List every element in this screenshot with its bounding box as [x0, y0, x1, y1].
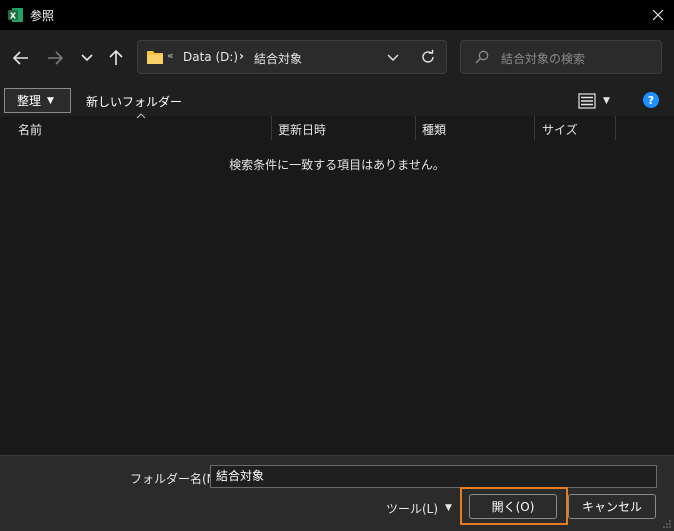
column-size[interactable]: サイズ: [542, 121, 578, 138]
caret-down-icon: ▼: [47, 95, 54, 106]
search-icon: [475, 50, 489, 64]
svg-text:X: X: [10, 12, 17, 21]
column-modified[interactable]: 更新日時: [278, 121, 326, 138]
column-headers: 名前 更新日時 種類 サイズ: [0, 113, 674, 140]
new-folder-button[interactable]: 新しいフォルダー: [86, 93, 182, 110]
recent-locations-button[interactable]: [76, 48, 98, 68]
close-icon: [652, 9, 664, 21]
search-input[interactable]: 結合対象の検索: [501, 50, 585, 67]
title-bar: X 参照: [0, 0, 674, 30]
cancel-button[interactable]: キャンセル: [568, 494, 656, 519]
forward-arrow-icon: [48, 51, 63, 65]
breadcrumb-folder[interactable]: 結合対象: [254, 50, 302, 67]
up-arrow-icon: [109, 50, 123, 65]
empty-message: 検索条件に一致する項目はありません。: [229, 158, 445, 172]
column-type[interactable]: 種類: [422, 121, 446, 138]
breadcrumb-drive[interactable]: Data (D:): [183, 50, 238, 64]
address-bar[interactable]: « Data (D:) › 結合対象: [137, 40, 447, 74]
caret-down-icon: ▼: [603, 96, 610, 106]
breadcrumb-separator[interactable]: ›: [239, 49, 244, 63]
search-box[interactable]: 結合対象の検索: [460, 40, 662, 74]
sort-ascending-icon: [136, 113, 146, 119]
address-overflow[interactable]: «: [167, 49, 174, 62]
view-options-icon: [578, 93, 596, 109]
window-title: 参照: [30, 9, 55, 23]
open-button[interactable]: 開く(O): [469, 494, 557, 519]
back-arrow-icon: [13, 51, 28, 65]
recent-dropdown-icon: [81, 54, 93, 62]
caret-down-icon[interactable]: ▼: [445, 503, 452, 513]
tools-button[interactable]: ツール(L): [386, 500, 438, 517]
view-options-button[interactable]: ▼: [578, 92, 618, 110]
up-button[interactable]: [105, 48, 127, 68]
folder-name-field[interactable]: 結合対象: [210, 465, 657, 488]
close-button[interactable]: [642, 0, 674, 30]
back-button[interactable]: [10, 48, 32, 68]
forward-button[interactable]: [44, 48, 66, 68]
excel-app-icon: X: [8, 8, 23, 22]
column-divider[interactable]: [534, 116, 535, 140]
resize-grip-icon[interactable]: [663, 520, 671, 528]
column-divider[interactable]: [615, 116, 616, 140]
folder-icon: [147, 51, 163, 64]
file-list[interactable]: 検索条件に一致する項目はありません。: [0, 140, 674, 455]
navigation-bar: « Data (D:) › 結合対象 結合対象の検索: [0, 30, 674, 86]
help-icon[interactable]: ?: [643, 92, 659, 108]
dialog-footer: フォルダー名(N): 結合対象 ツール(L) ▼ 開く(O) キャンセル: [0, 455, 674, 531]
column-name[interactable]: 名前: [18, 121, 42, 138]
organize-label: 整理: [17, 94, 42, 108]
organize-button[interactable]: 整理 ▼: [4, 88, 71, 113]
refresh-icon[interactable]: [420, 49, 436, 65]
column-divider[interactable]: [415, 116, 416, 140]
chevron-down-icon[interactable]: [386, 50, 400, 64]
column-divider[interactable]: [271, 116, 272, 140]
command-toolbar: 整理 ▼ 新しいフォルダー ▼ ?: [0, 86, 674, 116]
